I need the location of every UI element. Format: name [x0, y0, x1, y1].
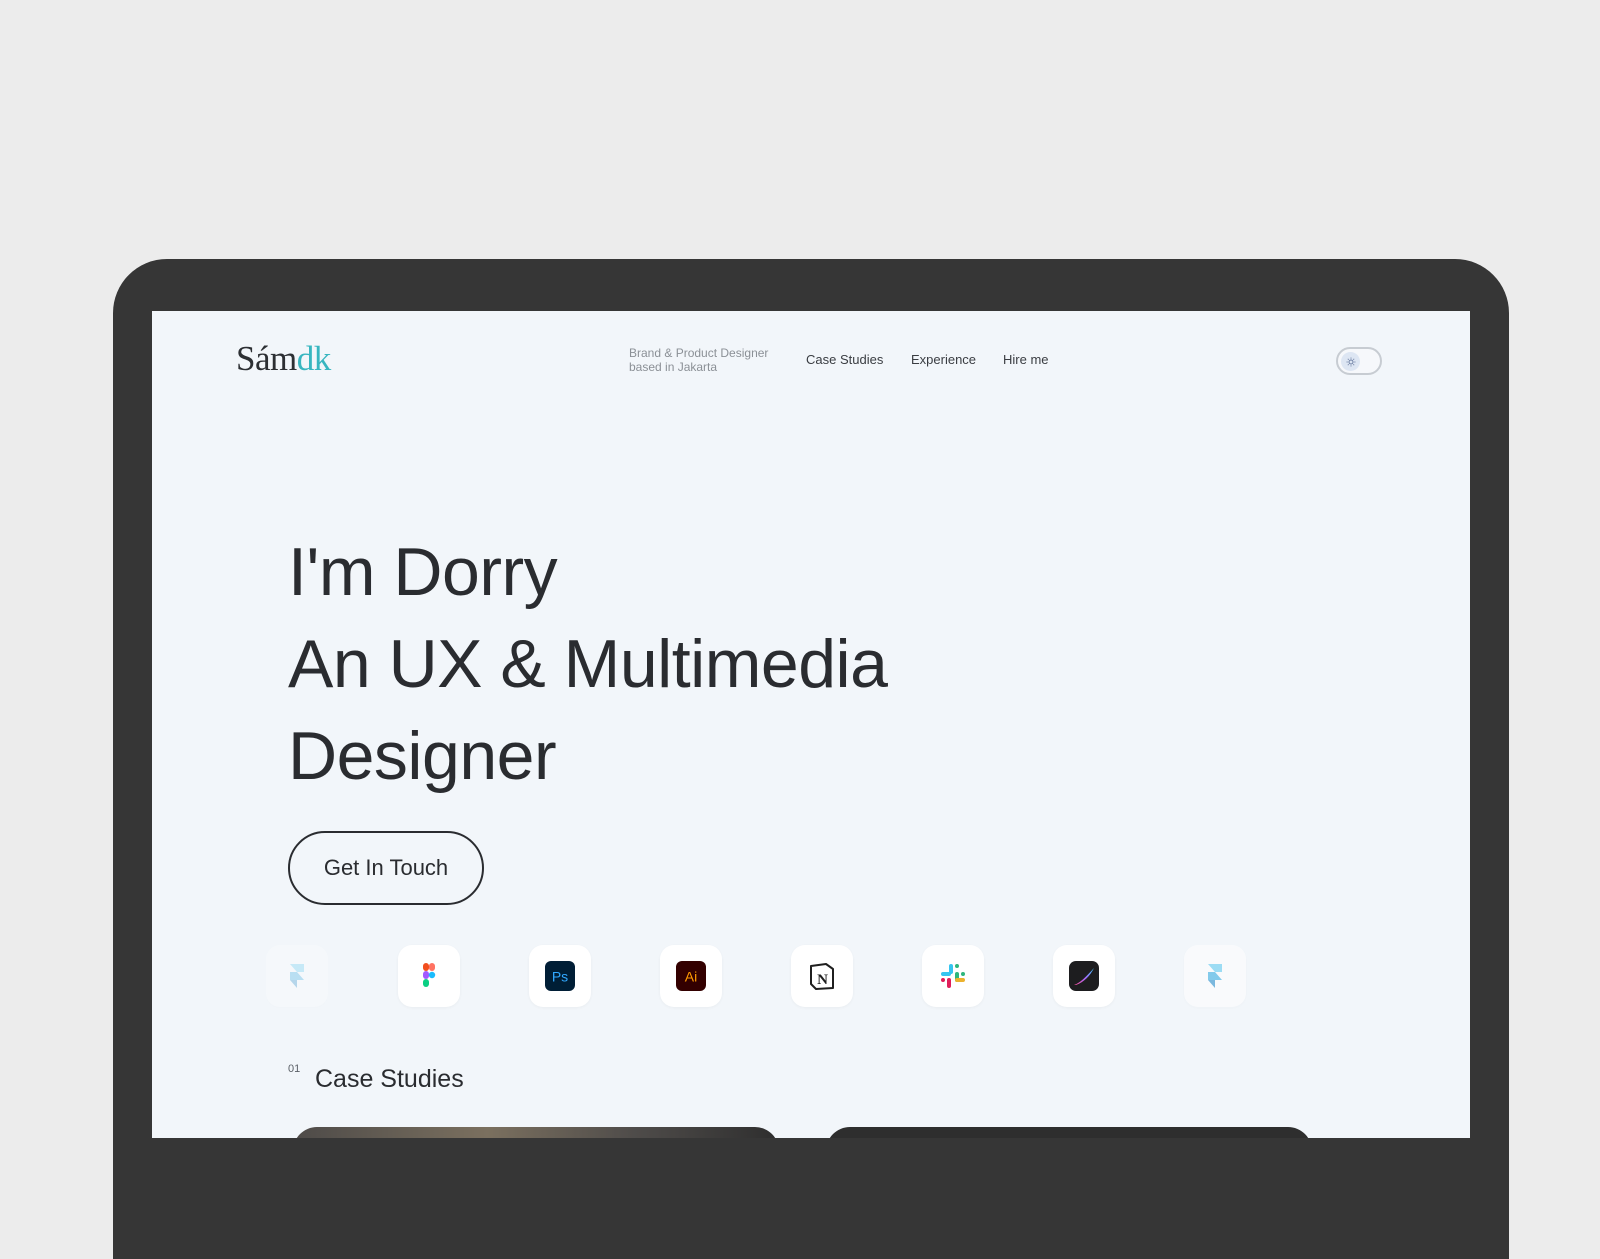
- logo-main: Sám: [236, 339, 297, 378]
- framer-icon: [1208, 964, 1222, 988]
- hero-heading: I'm Dorry An UX & Multimedia Designer: [288, 526, 888, 802]
- framer-icon: [290, 964, 304, 988]
- tool-figma: [398, 945, 460, 1007]
- photoshop-label: Ps: [552, 969, 568, 985]
- site-logo[interactable]: Sámdk: [236, 339, 331, 379]
- logo-accent: dk: [296, 339, 332, 378]
- get-in-touch-button[interactable]: Get In Touch: [288, 831, 484, 905]
- hero-line-3: Designer: [288, 718, 557, 794]
- tool-procreate: [1053, 945, 1115, 1007]
- figma-icon: [423, 963, 436, 987]
- hero-line-2: An UX & Multimedia: [288, 626, 888, 702]
- case-study-card[interactable]: [293, 1127, 779, 1138]
- tool-illustrator: Ai: [660, 945, 722, 1007]
- procreate-icon: [1069, 961, 1099, 991]
- tool-framer-faded: [266, 945, 328, 1007]
- hero-line-1: I'm Dorry: [288, 534, 558, 610]
- photoshop-icon: Ps: [545, 961, 575, 991]
- tagline: Brand & Product Designer based in Jakart…: [629, 346, 789, 374]
- nav-case-studies[interactable]: Case Studies: [806, 352, 883, 367]
- tool-photoshop: Ps: [529, 945, 591, 1007]
- tool-notion: N: [791, 945, 853, 1007]
- tool-slack: [922, 945, 984, 1007]
- illustrator-icon: Ai: [676, 961, 706, 991]
- slack-icon: [941, 964, 965, 988]
- notion-icon: N: [810, 963, 834, 990]
- tool-framer: [1184, 945, 1246, 1007]
- tagline-line-1: Brand & Product Designer: [629, 346, 769, 360]
- sun-icon: [1346, 357, 1355, 366]
- theme-toggle[interactable]: [1336, 347, 1382, 375]
- case-study-card[interactable]: [826, 1127, 1312, 1138]
- notion-label: N: [817, 972, 828, 988]
- tagline-line-2: based in Jakarta: [629, 360, 718, 374]
- toggle-knob: [1341, 352, 1360, 371]
- illustrator-label: Ai: [685, 969, 697, 985]
- section-title-case-studies: Case Studies: [315, 1065, 464, 1093]
- website-screen: Sámdk Brand & Product Designer based in …: [152, 311, 1470, 1138]
- section-number: 01: [288, 1063, 301, 1075]
- nav-hire-me[interactable]: Hire me: [1003, 352, 1049, 367]
- nav-experience[interactable]: Experience: [911, 352, 976, 367]
